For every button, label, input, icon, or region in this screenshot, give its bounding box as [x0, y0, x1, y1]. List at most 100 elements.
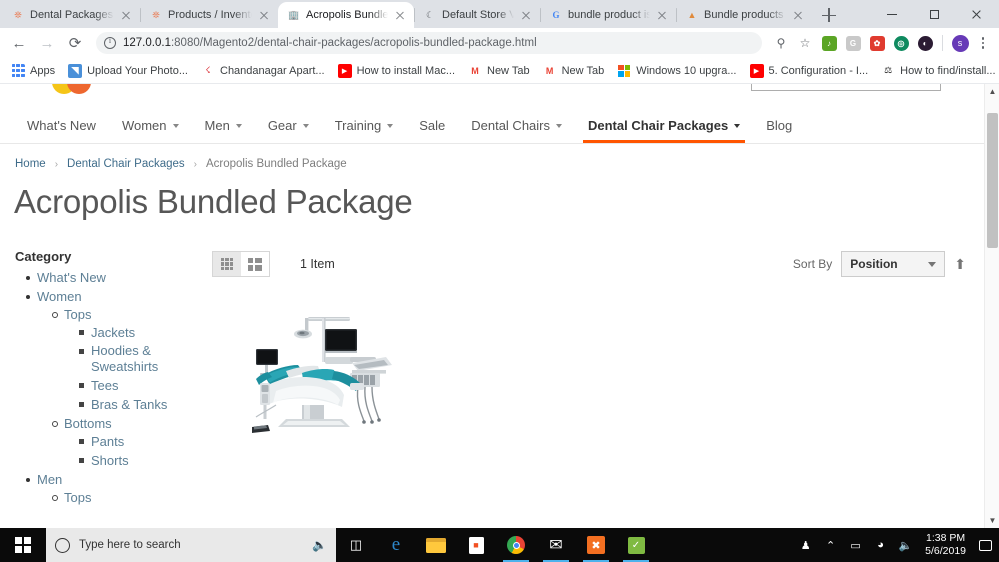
avatar[interactable]: s	[949, 32, 971, 54]
bookmark-item[interactable]: ⚖ How to find/install...	[876, 62, 999, 80]
back-arrow-icon[interactable]: ←	[6, 30, 32, 56]
sidebar-item-shorts[interactable]: Shorts	[91, 453, 129, 469]
maximize-button[interactable]	[913, 0, 955, 28]
browser-tab[interactable]: G bundle product is no	[540, 2, 676, 28]
scroll-up-button[interactable]: ▲	[985, 84, 999, 99]
reload-icon[interactable]: ⟳	[62, 30, 88, 56]
url-path: :8080/Magento2/dental-chair-packages/acr…	[170, 37, 537, 49]
bookmark-item[interactable]: Windows 10 upgra...	[612, 62, 741, 80]
search-input[interactable]: Type here to search 🔈	[46, 528, 336, 562]
sidebar-item-women[interactable]: Women	[37, 289, 82, 304]
sidebar-item-women-tops[interactable]: Tops	[64, 307, 91, 322]
people-tray-icon[interactable]: ♟	[793, 528, 818, 562]
browser-tab[interactable]: ❊ Dental Packages II D	[2, 2, 140, 28]
address-bar[interactable]: 127.0.0.1:8080/Magento2/dental-chair-pac…	[96, 32, 762, 54]
nav-item-sale[interactable]: Sale	[406, 107, 458, 143]
nav-item-blog[interactable]: Blog	[753, 107, 805, 143]
sidebar-item-whats-new[interactable]: What's New	[37, 270, 106, 285]
sort-select[interactable]: Position	[841, 251, 946, 277]
bookmark-apps[interactable]: Apps	[6, 62, 60, 80]
notepad-taskbar-icon[interactable]: ✓	[616, 528, 656, 562]
bookmark-item[interactable]: M New Tab	[463, 62, 535, 80]
onenote-clipper-extension-icon[interactable]: ◎	[890, 32, 912, 54]
sidebar-item-men-tops[interactable]: Tops	[64, 490, 91, 505]
mail-taskbar-icon[interactable]: ✉	[536, 528, 576, 562]
close-icon[interactable]	[655, 8, 669, 22]
browser-tab[interactable]: ☾ Default Store View /	[414, 2, 540, 28]
nav-item-whats-new[interactable]: What's New	[14, 107, 109, 143]
list-view-mode[interactable]	[241, 252, 269, 276]
grid-icon	[220, 257, 234, 271]
sidebar-item-hoodies-sweatshirts[interactable]: Hoodies & Sweatshirts	[91, 343, 163, 375]
nav-item-dental-chair-packages[interactable]: Dental Chair Packages	[575, 107, 753, 143]
bookmark-item[interactable]: ◥ Upload Your Photo...	[63, 62, 193, 80]
close-icon[interactable]	[119, 8, 133, 22]
bookmark-item[interactable]: M New Tab	[538, 62, 610, 80]
action-center-icon[interactable]	[973, 528, 997, 562]
search-input[interactable]	[751, 84, 941, 91]
browser-tab-active[interactable]: 🏢 Acropolis Bundled P	[278, 2, 414, 28]
forward-arrow-icon[interactable]: →	[34, 30, 60, 56]
luma-logo[interactable]	[52, 84, 98, 96]
wifi-tray-icon[interactable]: ◕	[868, 528, 893, 562]
sidebar-item-women-bottoms[interactable]: Bottoms	[64, 416, 112, 431]
breadcrumb: Home › Dental Chair Packages › Acropolis…	[0, 144, 984, 170]
clock[interactable]: 1:38 PM 5/6/2019	[918, 532, 973, 558]
close-icon[interactable]	[393, 8, 407, 22]
browser-tab[interactable]: ❊ Products / Inventory	[140, 2, 278, 28]
grammarly-extension-icon[interactable]: G	[842, 32, 864, 54]
close-icon[interactable]	[257, 8, 271, 22]
nav-item-dental-chairs[interactable]: Dental Chairs	[458, 107, 575, 143]
nav-item-women[interactable]: Women	[109, 107, 192, 143]
nav-item-training[interactable]: Training	[322, 107, 406, 143]
product-item[interactable]	[212, 313, 392, 437]
bookmark-label: Upload Your Photo...	[87, 64, 188, 77]
windows-start-icon[interactable]	[0, 528, 46, 562]
bookmark-item[interactable]: ☇ Chandanagar Apart...	[196, 62, 330, 80]
sidebar-item-men[interactable]: Men	[37, 472, 62, 487]
scroll-down-button[interactable]: ▼	[985, 513, 999, 528]
tomato-timer-extension-icon[interactable]: ✿	[866, 32, 888, 54]
breadcrumb-link-home[interactable]: Home	[15, 158, 46, 170]
kebab-menu-icon[interactable]	[973, 37, 993, 49]
grid-view-mode[interactable]	[213, 252, 241, 276]
new-tab-button[interactable]	[816, 2, 842, 28]
breadcrumb-link-category[interactable]: Dental Chair Packages	[67, 158, 185, 170]
nav-label: Women	[121, 117, 167, 133]
show-hidden-icons-icon[interactable]: ⌃	[818, 528, 843, 562]
file-explorer-taskbar-icon[interactable]	[416, 528, 456, 562]
page-viewport: What's New Women Men Gear Training Sale	[0, 84, 999, 528]
dark-reader-extension-icon[interactable]: ◐	[914, 32, 936, 54]
bookmark-item[interactable]: ▶ How to install Mac...	[333, 62, 460, 80]
scrollbar-thumb[interactable]	[987, 113, 998, 248]
sidebar-item-jackets[interactable]: Jackets	[91, 325, 135, 341]
task-view-icon[interactable]: ◫	[336, 528, 376, 562]
info-circle-icon[interactable]	[104, 36, 116, 49]
minimize-button[interactable]	[871, 0, 913, 28]
nav-item-men[interactable]: Men	[192, 107, 255, 143]
xampp-taskbar-icon[interactable]: ✖	[576, 528, 616, 562]
battery-tray-icon[interactable]: ▭	[843, 528, 868, 562]
close-window-button[interactable]	[955, 0, 997, 28]
close-icon[interactable]	[519, 8, 533, 22]
evernote-extension-icon[interactable]: ♪	[818, 32, 840, 54]
microphone-icon[interactable]: 🔈	[312, 538, 327, 552]
bookmark-label: Apps	[30, 64, 56, 77]
sidebar-item-pants[interactable]: Pants	[91, 434, 124, 450]
chrome-taskbar-icon[interactable]	[496, 528, 536, 562]
sidebar-item-tees[interactable]: Tees	[91, 378, 118, 394]
vertical-scrollbar[interactable]: ▲ ▼	[984, 84, 999, 528]
microsoft-store-taskbar-icon[interactable]: ■	[456, 528, 496, 562]
edge-taskbar-icon[interactable]: e	[376, 528, 416, 562]
bookmark-item[interactable]: ▶ 5. Configuration - I...	[745, 62, 874, 80]
sort-direction-button[interactable]: ⬆	[954, 256, 966, 273]
volume-tray-icon[interactable]: 🔈	[893, 528, 918, 562]
product-image[interactable]	[246, 313, 412, 437]
bookmark-star-icon[interactable]: ☆	[794, 32, 816, 54]
browser-tab[interactable]: ▲ Bundle products in m	[676, 2, 812, 28]
nav-item-gear[interactable]: Gear	[255, 107, 322, 143]
nav-label: Dental Chairs	[471, 117, 550, 133]
close-icon[interactable]	[791, 8, 805, 22]
sidebar-item-bras-tanks[interactable]: Bras & Tanks	[91, 397, 167, 413]
password-key-icon[interactable]: ⚲	[770, 32, 792, 54]
